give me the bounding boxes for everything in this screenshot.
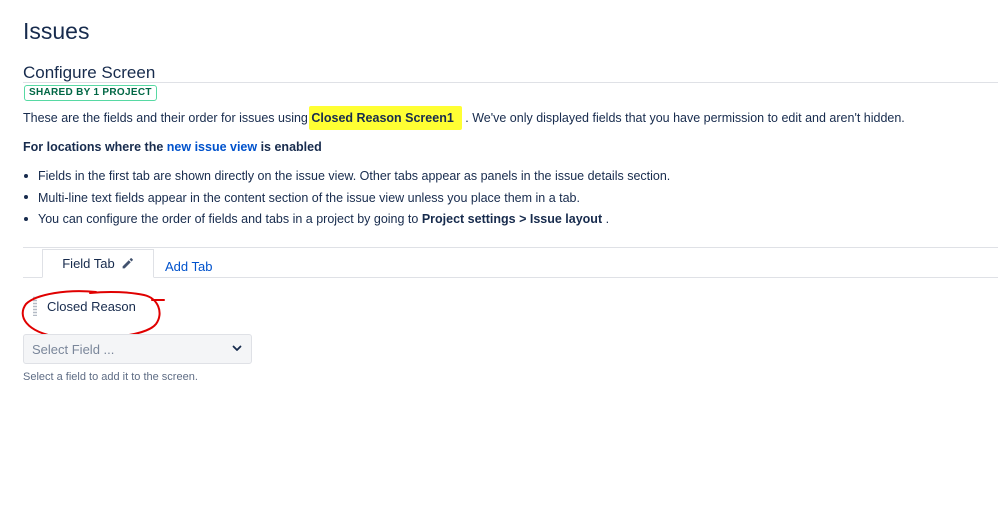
locations-suffix: is enabled xyxy=(257,140,322,154)
tab-field-tab[interactable]: Field Tab xyxy=(42,249,154,278)
locations-prefix: For locations where the xyxy=(23,140,167,154)
page-title: Issues xyxy=(23,18,90,44)
tab-label: Field Tab xyxy=(62,256,115,271)
new-issue-view-link[interactable]: new issue view xyxy=(167,140,257,154)
shared-projects-badge[interactable]: SHARED BY 1 PROJECT xyxy=(24,85,157,101)
list-item: Fields in the first tab are shown direct… xyxy=(24,168,670,190)
tabs-top-divider xyxy=(23,247,998,248)
project-settings-text: Project settings xyxy=(421,212,516,226)
tabs-bottom-divider xyxy=(23,277,998,278)
list-item: You can configure the order of fields an… xyxy=(24,211,670,233)
bullet-text: Fields in the first tab are shown direct… xyxy=(38,169,671,183)
add-tab-link[interactable]: Add Tab xyxy=(165,259,212,274)
section-title: Configure Screen xyxy=(23,63,156,82)
info-bullet-list: Fields in the first tab are shown direct… xyxy=(24,168,670,233)
bullet-icon xyxy=(24,168,38,184)
issue-layout-text: Issue layout xyxy=(529,212,603,226)
bullet-icon xyxy=(24,211,38,227)
select-field-dropdown[interactable]: Select Field ... xyxy=(23,334,252,364)
intro-text: These are the fields and their order for… xyxy=(23,106,905,130)
screen-name-highlight: Closed Reason Screen1 xyxy=(309,106,462,130)
locations-heading: For locations where the new issue view i… xyxy=(23,140,322,154)
title-divider xyxy=(23,82,998,83)
configure-screen-page: Issues Configure Screen SHARED BY 1 PROJ… xyxy=(0,0,998,526)
pencil-icon[interactable] xyxy=(121,257,134,270)
select-field-placeholder: Select Field ... xyxy=(32,341,115,357)
bullet-icon xyxy=(24,190,38,206)
path-separator: > xyxy=(515,212,530,226)
bullet-text-end: . xyxy=(602,212,610,226)
intro-text-before: These are the fields and their order for… xyxy=(23,111,312,125)
chevron-down-icon xyxy=(231,342,243,357)
drag-handle-icon[interactable] xyxy=(33,296,37,316)
select-field-help-text: Select a field to add it to the screen. xyxy=(23,371,198,383)
bullet-text: Multi-line text fields appear in the con… xyxy=(38,190,580,205)
bullet-text: You can configure the order of fields an… xyxy=(38,212,422,226)
field-label: Closed Reason xyxy=(47,298,136,314)
list-item: Multi-line text fields appear in the con… xyxy=(24,190,670,212)
screen-field-row[interactable]: Closed Reason xyxy=(33,295,136,317)
intro-text-after: . We've only displayed fields that you h… xyxy=(461,111,905,125)
